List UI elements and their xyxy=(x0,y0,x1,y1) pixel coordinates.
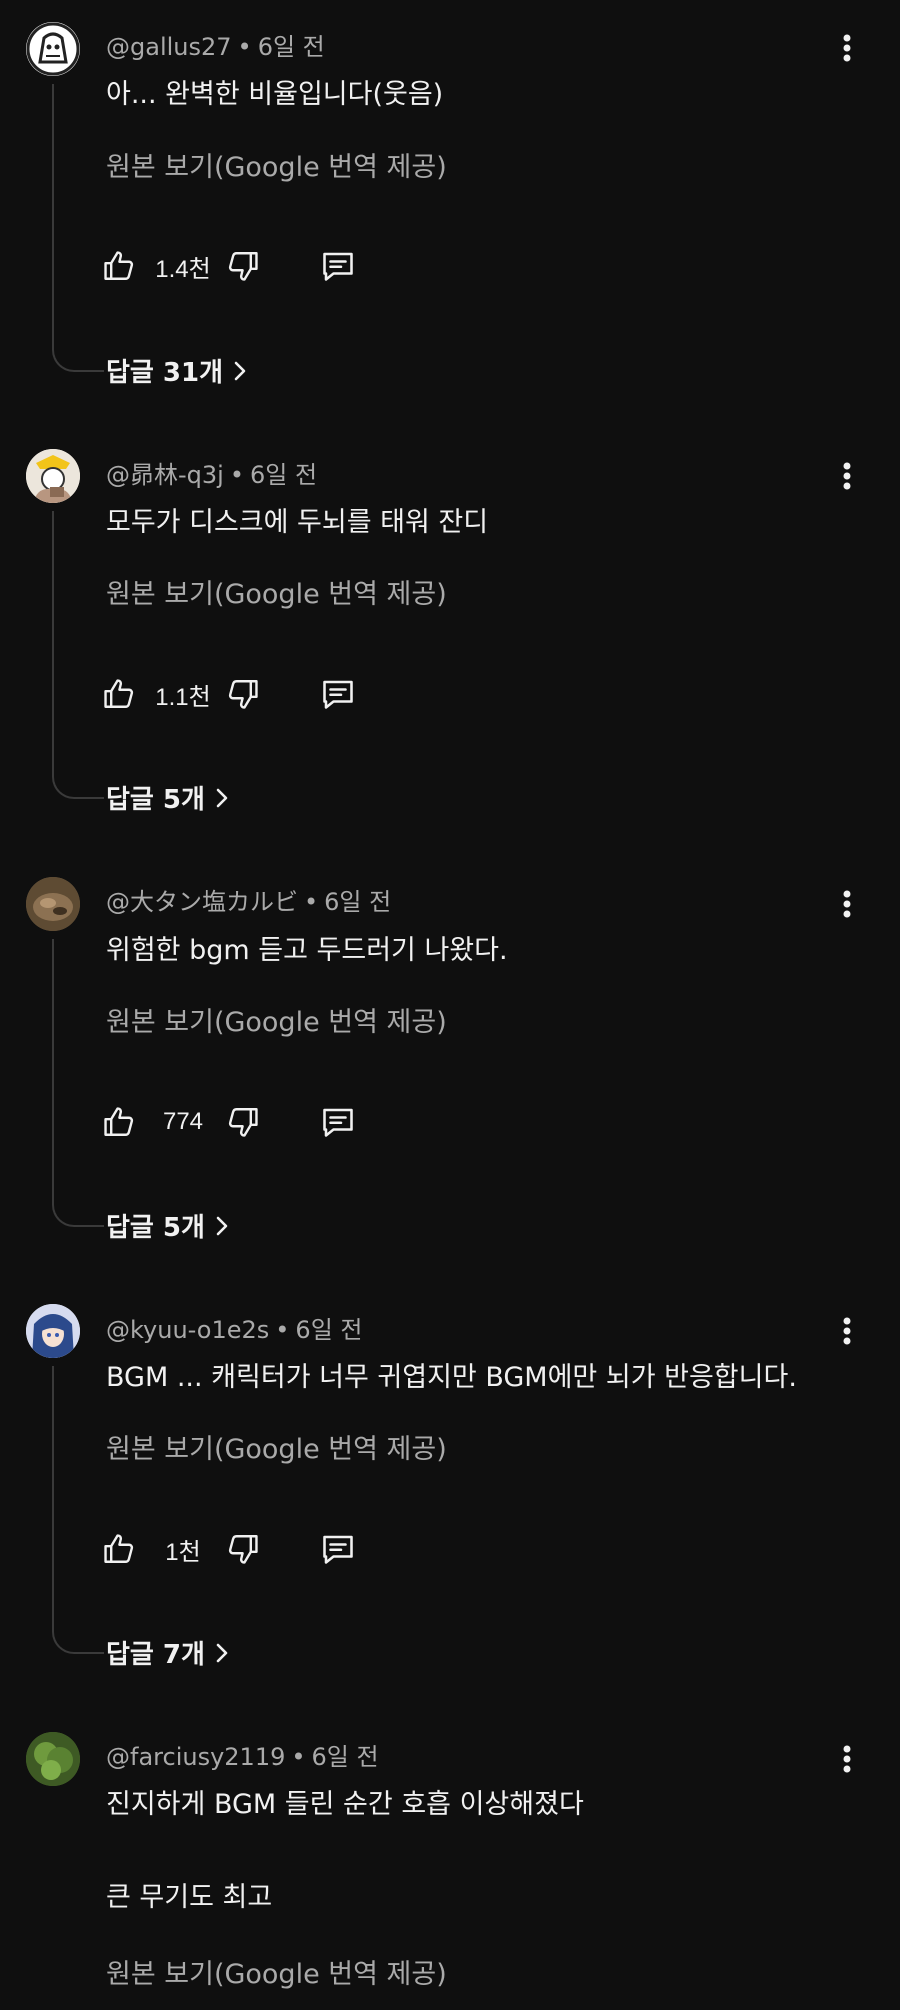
comment-time: 6일 전 xyxy=(324,888,392,916)
separator-dot: • xyxy=(304,888,319,916)
comment-icon xyxy=(323,252,353,281)
thumb-down-icon xyxy=(228,1535,258,1564)
view-replies-button[interactable]: 답글 5개 xyxy=(106,1207,229,1244)
avatar[interactable] xyxy=(26,1732,80,1786)
thumb-up-icon xyxy=(104,679,134,708)
comment-meta: @昴林-q3j • 6일 전 xyxy=(106,455,317,490)
see-original-link[interactable]: 원본 보기(Google 번역 제공) xyxy=(106,1427,447,1466)
comment-icon xyxy=(323,680,353,709)
comment-text: BGM ... 캐릭터가 너무 귀엽지만 BGM에만 뇌가 반응합니다. xyxy=(106,1362,797,1393)
comment-meta: @gallus27 • 6일 전 xyxy=(106,27,325,62)
comment-text: 진지하게 BGM 들린 순간 호흡 이상해졌다 xyxy=(106,1789,584,1820)
comment-text: 모두가 디스크에 두뇌를 태워 잔디 xyxy=(106,507,489,538)
like-button[interactable]: 1.4천 xyxy=(102,249,222,284)
comment-text: 큰 무기도 최고 xyxy=(106,1882,273,1913)
like-count: 1.4천 xyxy=(155,255,211,283)
thumb-down-icon xyxy=(228,1108,258,1137)
dislike-button[interactable] xyxy=(226,1532,260,1566)
thumb-up-icon xyxy=(104,1107,134,1136)
reply-button[interactable] xyxy=(320,676,356,712)
comment-time: 6일 전 xyxy=(250,461,318,489)
author-handle[interactable]: @大タン塩カルビ xyxy=(106,888,298,916)
comment-text: 위험한 bgm 듣고 두드러기 나왔다. xyxy=(106,935,508,966)
more-vert-icon xyxy=(843,1317,851,1345)
comment-actions: 774 xyxy=(102,1100,356,1144)
see-original-link[interactable]: 원본 보기(Google 번역 제공) xyxy=(106,1952,447,1991)
thread-line xyxy=(52,939,104,1227)
avatar[interactable] xyxy=(26,1304,80,1358)
chevron-right-icon xyxy=(234,361,246,380)
thumb-down-icon xyxy=(228,252,258,281)
comment-meta: @farciusy2119 • 6일 전 xyxy=(106,1737,379,1772)
more-options-button[interactable] xyxy=(832,28,862,68)
replies-count: 답글 5개 xyxy=(106,785,205,815)
replies-count: 답글 7개 xyxy=(106,1640,205,1670)
comment-actions: 1.4천 xyxy=(102,244,356,288)
see-original-link[interactable]: 원본 보기(Google 번역 제공) xyxy=(106,145,447,184)
avatar[interactable] xyxy=(26,877,80,931)
thumb-down-icon xyxy=(228,680,258,709)
comment-icon xyxy=(323,1535,353,1564)
more-options-button[interactable] xyxy=(832,1739,862,1779)
like-count: 774 xyxy=(162,1108,204,1135)
author-handle[interactable]: @farciusy2119 xyxy=(106,1743,285,1771)
comment-meta: @kyuu-o1e2s • 6일 전 xyxy=(106,1310,362,1345)
like-button[interactable]: 774 xyxy=(102,1105,222,1139)
dislike-button[interactable] xyxy=(226,677,260,711)
avatar[interactable] xyxy=(26,449,80,503)
comment-actions: 1.1천 xyxy=(102,672,356,716)
more-vert-icon xyxy=(843,1745,851,1773)
see-original-link[interactable]: 원본 보기(Google 번역 제공) xyxy=(106,572,447,611)
more-options-button[interactable] xyxy=(832,884,862,924)
replies-count: 답글 31개 xyxy=(106,358,223,388)
avatar[interactable] xyxy=(26,22,80,76)
separator-dot: • xyxy=(275,1316,290,1344)
separator-dot: • xyxy=(237,33,252,61)
thread-line xyxy=(52,84,104,372)
replies-count: 답글 5개 xyxy=(106,1213,205,1243)
chevron-right-icon xyxy=(216,1216,228,1235)
like-button[interactable]: 1천 xyxy=(102,1532,222,1567)
more-vert-icon xyxy=(843,890,851,918)
more-options-button[interactable] xyxy=(832,456,862,496)
author-handle[interactable]: @昴林-q3j xyxy=(106,461,224,489)
more-vert-icon xyxy=(843,462,851,490)
like-button[interactable]: 1.1천 xyxy=(102,677,222,712)
separator-dot: • xyxy=(291,1743,306,1771)
dislike-button[interactable] xyxy=(226,1105,260,1139)
thread-line xyxy=(52,511,104,799)
like-count: 1.1천 xyxy=(155,683,211,711)
more-vert-icon xyxy=(843,34,851,62)
author-handle[interactable]: @kyuu-o1e2s xyxy=(106,1316,269,1344)
chevron-right-icon xyxy=(216,1643,228,1662)
more-options-button[interactable] xyxy=(832,1311,862,1351)
thread-line xyxy=(52,1366,104,1654)
comment-time: 6일 전 xyxy=(311,1743,379,1771)
view-replies-button[interactable]: 답글 7개 xyxy=(106,1634,229,1671)
comment-text: 아... 완벽한 비율입니다(웃음) xyxy=(106,79,444,110)
see-original-link[interactable]: 원본 보기(Google 번역 제공) xyxy=(106,1000,447,1039)
comment-time: 6일 전 xyxy=(295,1316,363,1344)
view-replies-button[interactable]: 답글 31개 xyxy=(106,352,247,389)
like-count: 1천 xyxy=(165,1538,201,1566)
comment-time: 6일 전 xyxy=(257,33,325,61)
separator-dot: • xyxy=(229,461,244,489)
reply-button[interactable] xyxy=(320,248,356,284)
chevron-right-icon xyxy=(216,788,228,807)
reply-button[interactable] xyxy=(320,1531,356,1567)
comment-meta: @大タン塩カルビ • 6일 전 xyxy=(106,882,391,917)
comment-icon xyxy=(323,1108,353,1137)
thumb-up-icon xyxy=(104,1534,134,1563)
dislike-button[interactable] xyxy=(226,249,260,283)
view-replies-button[interactable]: 답글 5개 xyxy=(106,779,229,816)
reply-button[interactable] xyxy=(320,1104,356,1140)
author-handle[interactable]: @gallus27 xyxy=(106,33,232,61)
thumb-up-icon xyxy=(104,251,134,280)
comment-actions: 1천 xyxy=(102,1527,356,1571)
